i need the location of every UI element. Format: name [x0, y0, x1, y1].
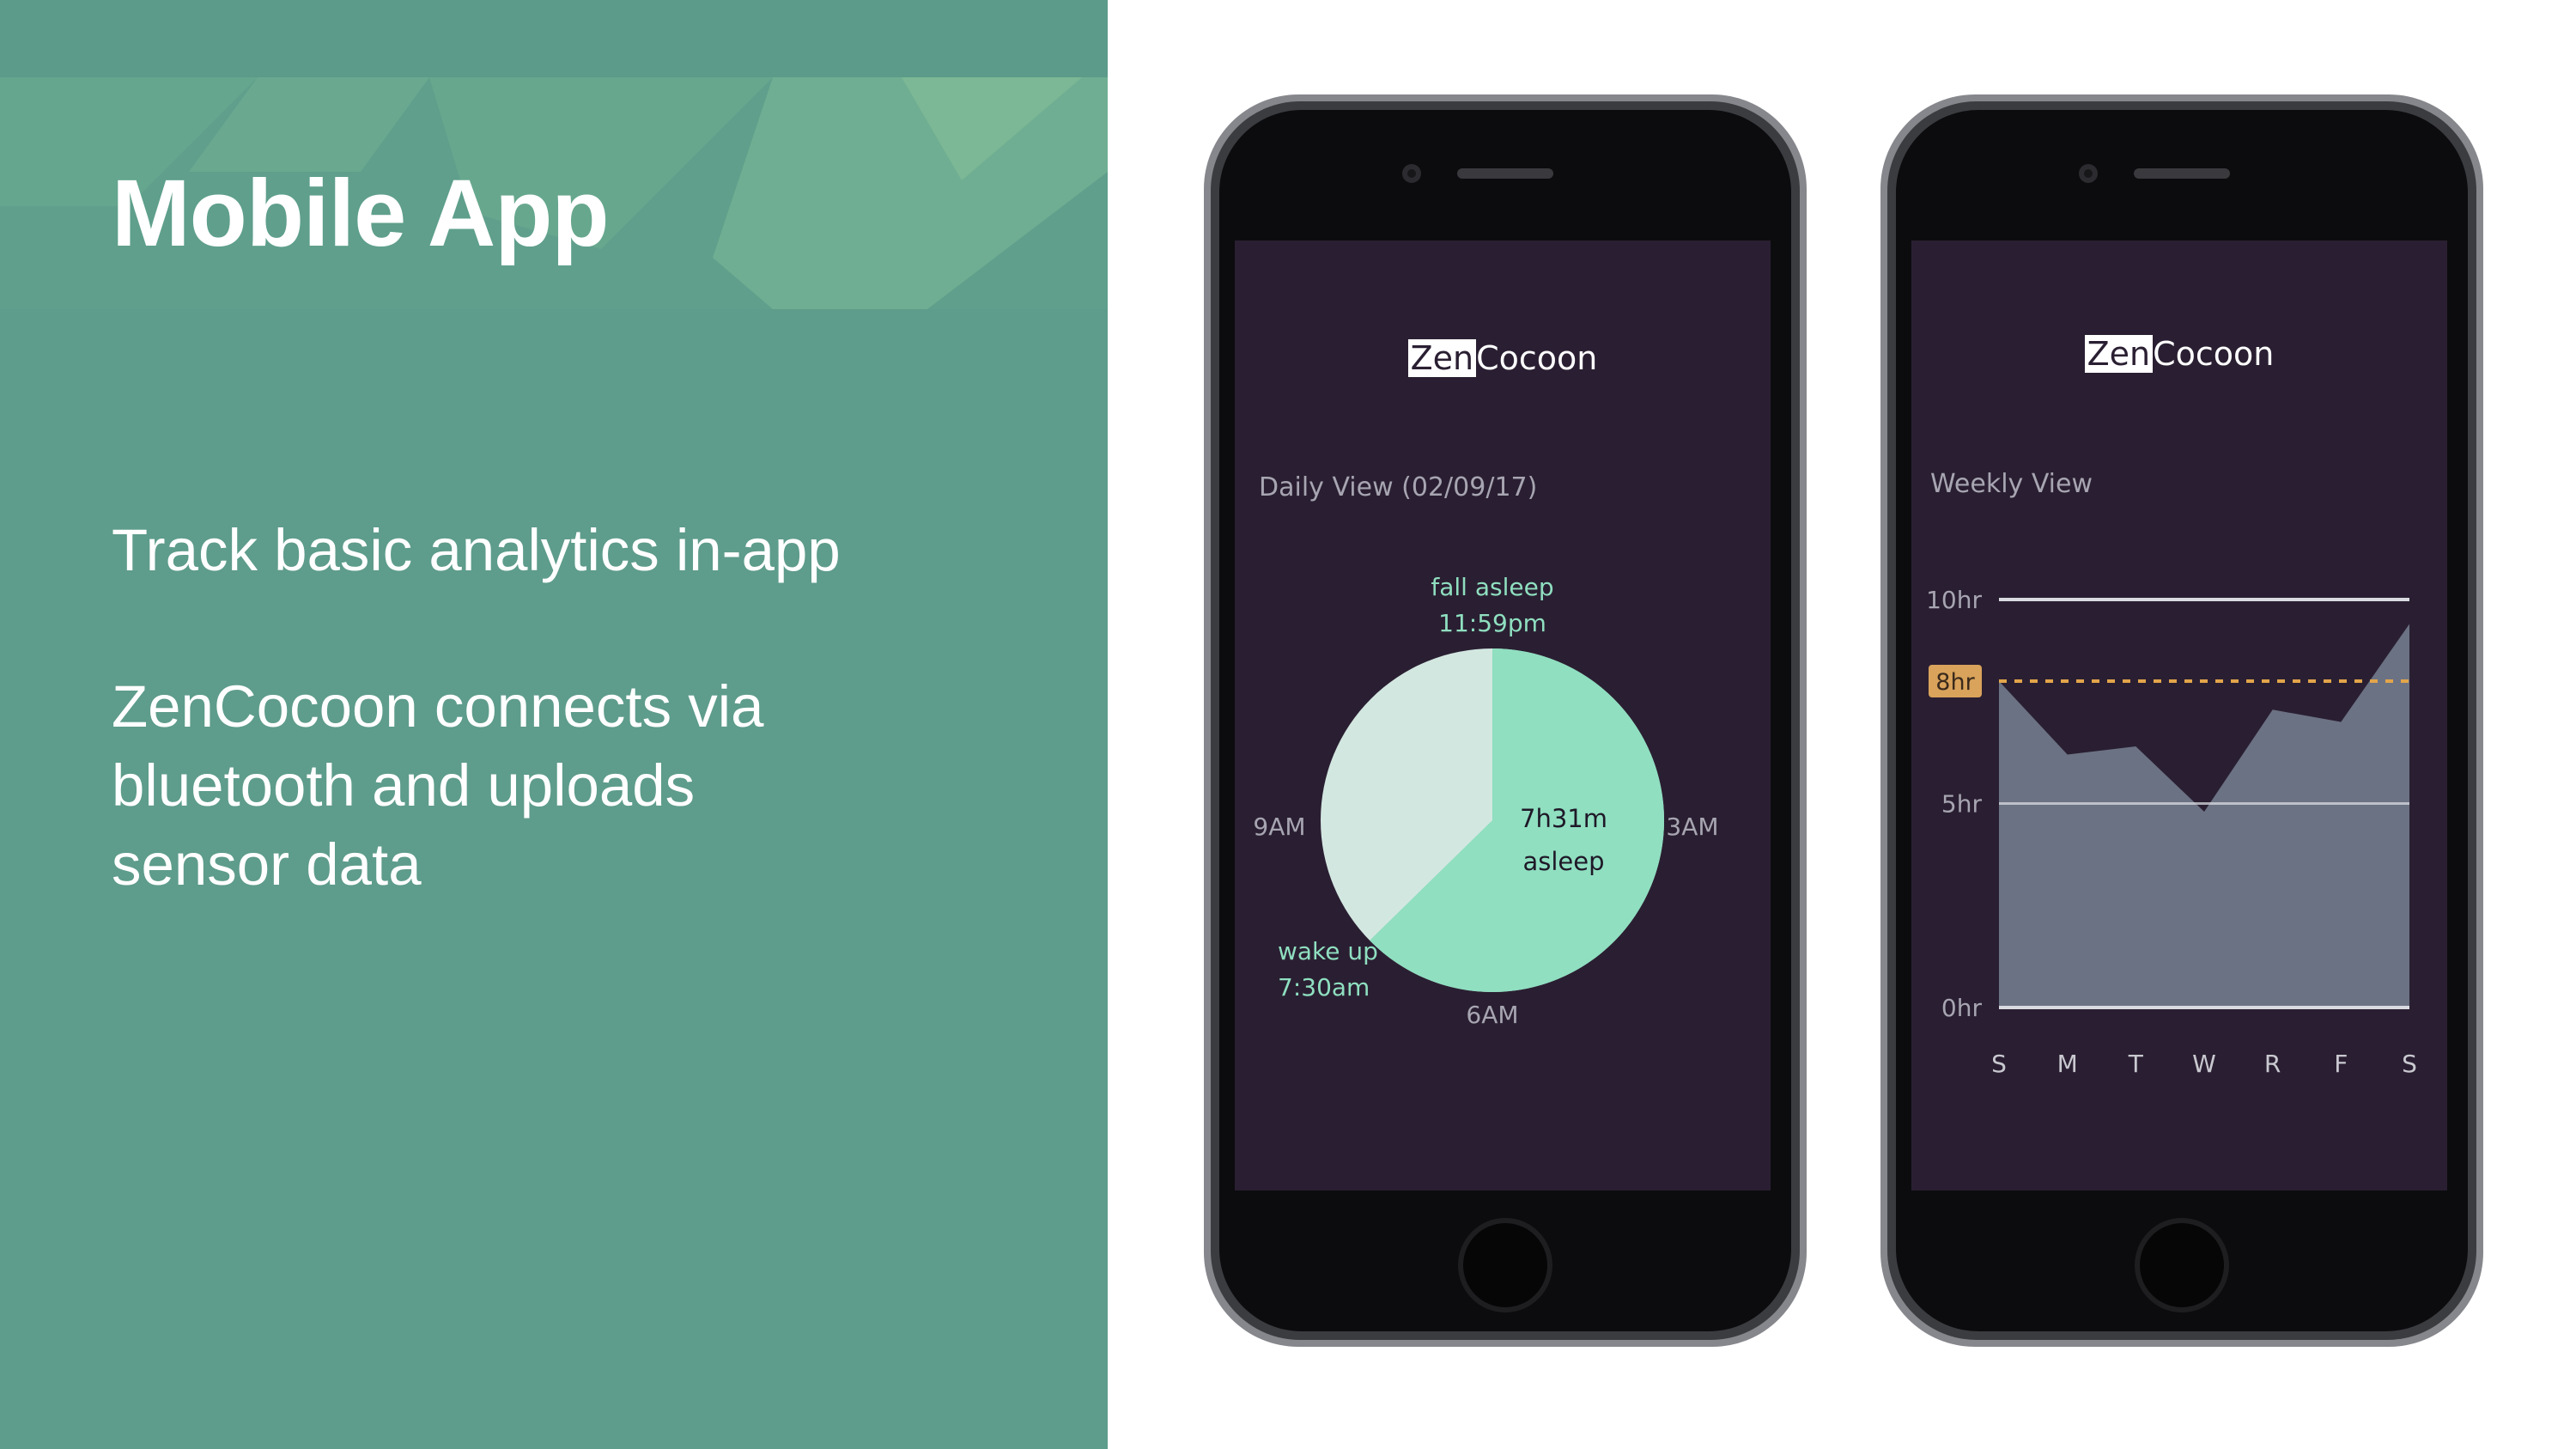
x-tick-label: F: [2334, 1050, 2348, 1078]
speaker-grille: [2134, 168, 2230, 179]
phone-daily-view: ZenCocoon Daily View (02/09/17) fall asl…: [1204, 94, 1807, 1347]
wake-up-time: 7:30am: [1278, 973, 1370, 1002]
x-tick-label: R: [2264, 1050, 2281, 1078]
slide-panel: Mobile App Track basic analytics in-app …: [0, 0, 1108, 1449]
x-tick-label: T: [2128, 1050, 2144, 1078]
slide-title: Mobile App: [112, 161, 610, 266]
x-tick-label: M: [2057, 1050, 2078, 1078]
sleep-duration-label: asleep: [1522, 847, 1604, 876]
y-tick-label: 10hr: [1926, 586, 1982, 614]
clock-label-3am: 3AM: [1666, 813, 1718, 841]
y-tick-label: 5hr: [1941, 790, 1983, 819]
weekly-area-chart: 10hr 5hr 0hr 8hr S M T W R F S: [1926, 586, 2417, 1078]
x-tick-label: S: [2402, 1050, 2417, 1078]
x-tick-label: S: [1991, 1050, 2007, 1078]
target-badge-label: 8hr: [1935, 669, 1975, 696]
weekly-screen: ZenCocoon Weekly View 10hr 5hr 0hr 8hr S M T W R…: [1911, 240, 2447, 1190]
daily-pie-chart: fall asleep 11:59pm wake up 7:30am 7h31m…: [1253, 573, 1718, 1029]
clock-label-6am: 6AM: [1466, 1001, 1518, 1029]
bullet-connect-line-3: sensor data: [112, 831, 422, 898]
bullet-analytics: Track basic analytics in-app: [112, 517, 841, 583]
phone-weekly-view: ZenCocoon Weekly View 10hr 5hr 0hr 8hr S M T W R…: [1880, 94, 2483, 1347]
fall-asleep-label: fall asleep: [1431, 573, 1553, 601]
fall-asleep-time: 11:59pm: [1438, 609, 1546, 637]
bullet-connect-line-1: ZenCocoon connects via: [112, 673, 764, 740]
y-tick-label: 0hr: [1941, 994, 1983, 1022]
speaker-grille: [1457, 168, 1553, 179]
bullet-connect-line-2: bluetooth and uploads: [112, 752, 696, 819]
daily-screen: ZenCocoon Daily View (02/09/17) fall asl…: [1235, 240, 1771, 1190]
x-tick-label: W: [2192, 1050, 2216, 1078]
wake-up-label: wake up: [1278, 937, 1378, 965]
sleep-duration: 7h31m: [1520, 804, 1607, 833]
clock-label-9am: 9AM: [1253, 813, 1305, 841]
